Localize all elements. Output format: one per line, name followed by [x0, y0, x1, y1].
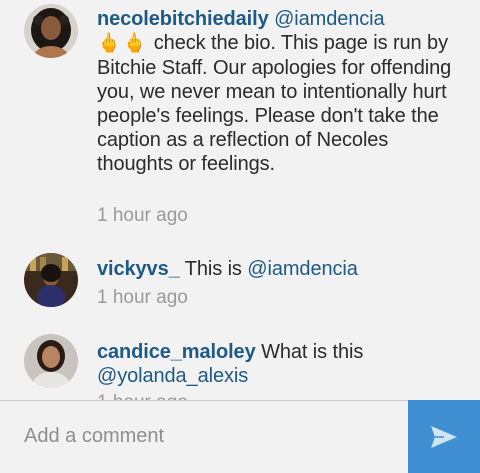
comment-body: vickyvs_ This is @iamdencia: [97, 257, 469, 281]
comment-composer: [0, 400, 480, 473]
comment-timestamp: 1 hour ago: [97, 205, 188, 226]
add-comment-input[interactable]: [0, 401, 408, 472]
middle-finger-emoji-icon: 🖕🖕: [97, 33, 149, 54]
comment-timestamp: 1 hour ago: [97, 287, 188, 308]
send-arrow-icon: [431, 425, 457, 448]
comment-body: necolebitchiedaily @iamdencia 🖕🖕 check t…: [97, 7, 469, 176]
comment-body: candice_maloley What is this @yolanda_al…: [97, 340, 469, 388]
comments-list: necolebitchiedaily @iamdencia 🖕🖕 check t…: [0, 0, 480, 400]
comment-mention[interactable]: @iamdencia: [247, 258, 358, 280]
avatar[interactable]: [24, 334, 78, 388]
comment-username[interactable]: necolebitchiedaily: [97, 8, 269, 30]
comment-mention[interactable]: @iamdencia: [274, 8, 385, 30]
comment-username[interactable]: vickyvs_: [97, 258, 180, 280]
comment-text: This is: [184, 258, 242, 280]
comment-text: check the bio. This page is run by Bitch…: [97, 32, 452, 175]
comment-text: What is this: [261, 341, 364, 363]
comment-mention[interactable]: @yolanda_alexis: [97, 365, 248, 387]
avatar[interactable]: [24, 253, 78, 307]
comment-timestamp: 1 hour ago: [97, 392, 188, 400]
comment-username[interactable]: candice_maloley: [97, 341, 256, 363]
send-button[interactable]: [408, 400, 480, 473]
avatar[interactable]: [24, 4, 78, 58]
